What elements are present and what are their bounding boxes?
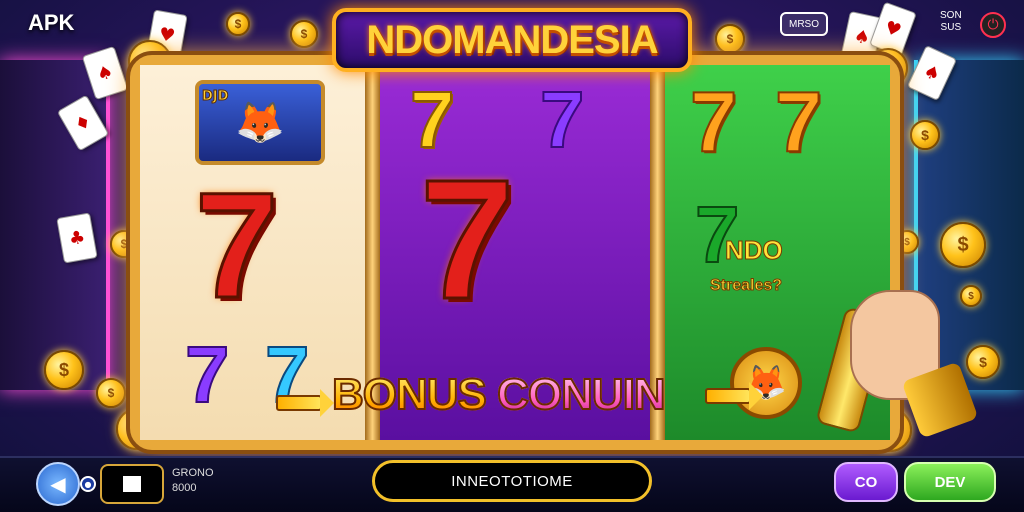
back-arrow-icon: ◀ — [50, 472, 66, 496]
game-title: NDOMANDESIA — [366, 17, 658, 62]
sound-label[interactable]: SON SUS — [940, 10, 962, 34]
coin-icon: $ — [966, 345, 1000, 379]
seven-symbol-red-center: 7 — [419, 145, 517, 335]
coin-icon: $ — [96, 378, 126, 408]
seven-symbol-purple: 7 — [184, 330, 230, 419]
fox-coin-icon: 🦊 — [730, 347, 802, 419]
hand-icon — [815, 280, 979, 450]
coin-icon: $ — [44, 350, 84, 390]
balance-stat: GRONO 8000 — [172, 466, 214, 496]
coin-icon: $ — [290, 20, 318, 48]
dev-button[interactable]: DEV — [904, 462, 996, 502]
arrow-right-icon — [276, 389, 334, 417]
bonus-word-2: CONUIN — [496, 369, 667, 420]
sound-label-line1: SON — [940, 10, 962, 21]
coin-icon: $ — [226, 12, 250, 36]
menu-button[interactable] — [100, 464, 164, 504]
reel3-logo-main: NDO — [725, 235, 784, 266]
square-icon — [123, 476, 141, 492]
info-icon[interactable]: ● — [80, 476, 96, 492]
coin-icon: $ — [960, 285, 982, 307]
mascot-badge: DJD — [201, 89, 229, 105]
title-banner: NDOMANDESIA — [332, 8, 692, 72]
balance-stat-value: 8000 — [172, 482, 197, 494]
game-scene: APK MRSO SON SUS ⏻ ♠ ♦ ♥ ♣ ♠ ♥ ♠ $ $ $ $… — [0, 0, 1024, 512]
coin-icon: $ — [715, 24, 745, 54]
power-icon[interactable]: ⏻ — [980, 12, 1006, 38]
seven-symbol-purple: 7 — [539, 75, 585, 164]
apk-label: APK — [28, 10, 75, 35]
sound-label-line2: SUS — [940, 22, 962, 33]
chat-icon[interactable]: MRSO — [780, 12, 828, 36]
seven-symbol-orange: 7 — [774, 75, 823, 170]
reel3-logo-sub: Streales? — [709, 277, 783, 295]
bonus-word-1: BONUS — [331, 369, 488, 420]
seven-symbol-orange: 7 — [689, 75, 738, 170]
co-button[interactable]: CO — [834, 462, 898, 502]
balance-stat-label: GRONO — [172, 467, 214, 479]
seven-symbol-red: 7 — [193, 161, 279, 329]
fox-mascot-icon: 🦊 — [235, 100, 285, 146]
coin-icon: $ — [940, 222, 986, 268]
arrow-right-icon — [705, 382, 763, 410]
coin-icon: $ — [910, 120, 940, 150]
bonus-banner: BONUS CONUIN — [331, 369, 667, 420]
back-button[interactable]: ◀ — [36, 462, 80, 506]
center-info-pill[interactable]: INNEOTOTIOME — [372, 460, 652, 502]
